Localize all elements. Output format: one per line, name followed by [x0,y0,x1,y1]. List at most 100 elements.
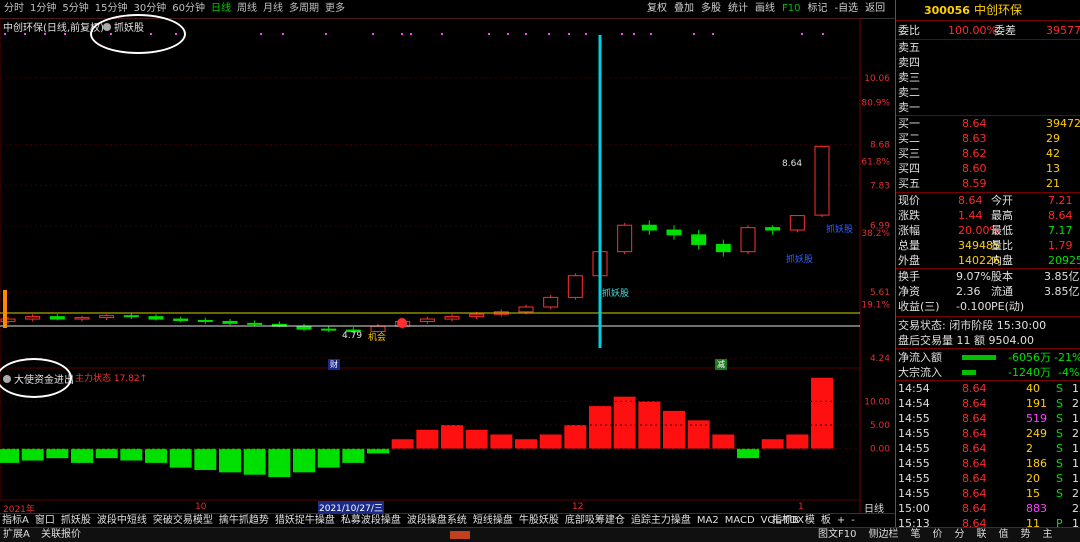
quote-label: 涨跌 [898,209,920,222]
reduce-badge[interactable]: 减 [715,359,727,370]
period-5[interactable]: 60分钟 [172,0,205,18]
tick-time: 14:55 [898,442,930,455]
status-right-item-2[interactable]: 笔 [910,528,920,542]
signal-dot [548,33,550,35]
period-9[interactable]: 多周期 [289,0,319,18]
related-quote[interactable]: 关联报价 [41,528,81,542]
candle-body [444,316,460,320]
chart-canvas[interactable]: 10.068.687.836.995.614.2480.9%61.8%38.2%… [0,17,895,513]
indicator-b-tab-1[interactable]: 模 [805,514,815,528]
kline-chart[interactable]: 10.06 8.68 7.83 6.99 5.61 4.24 80.9% 61.8% 38.2%… [0,14,895,515]
zhuayao-annotation-1: 抓妖股 [602,289,630,299]
price-axis: 10.068.687.836.995.614.2480.9%61.8%38.2%… [0,74,890,364]
stock-header: 300056 中创环保 [896,3,1080,18]
status-right-item-3[interactable]: 价 [932,528,942,542]
stats-label-2: 股本 [991,270,1013,283]
period-8[interactable]: 月线 [263,0,283,18]
tool-3[interactable]: 统计 [728,0,748,18]
status-right-item-1[interactable]: 侧边栏 [868,528,898,542]
status-right-item-0[interactable]: 图文F10 [818,528,856,542]
indicator-tab-3[interactable]: 波段中短线 [97,514,147,528]
tick-row: 14:55 8.64 519 S 1 [896,411,1080,426]
tick-side: S [1056,457,1063,470]
indicator-tab-10[interactable]: 牛股妖股 [519,514,559,528]
flow-bar [441,425,463,449]
tick-count: 1 [1072,382,1079,395]
indicator-tab-11[interactable]: 底部吸筹建仓 [565,514,625,528]
flow-bar [71,448,93,463]
ask-row: 卖三 [896,70,1080,85]
status-right-item-5[interactable]: 联 [976,528,986,542]
net-inflow-bar [962,355,996,360]
flow-bar [663,410,685,449]
flow-bar [169,448,192,468]
quote-label: 现价 [898,194,920,207]
indicator-tab-6[interactable]: 猎妖捉牛操盘 [275,514,335,528]
indicator-tab-9[interactable]: 短线操盘 [473,514,513,528]
candle-body [617,224,633,253]
period-0[interactable]: 分时 [4,0,24,18]
period-7[interactable]: 周线 [237,0,257,18]
candlestick-series [0,145,830,334]
tick-time: 14:55 [898,427,930,440]
status-right: 图文F10 侧边栏笔价分联值势主 [818,528,1064,542]
tick-side: S [1056,472,1063,485]
indicator-tabs: 指标A 窗口 抓妖股 波段中短线 突破交易模型 擒牛抓趋势 猎妖捉牛操盘 私募波段操盘 波段操盘… [0,513,895,528]
status-right-item-6[interactable]: 值 [998,528,1008,542]
tool-2[interactable]: 多股 [701,0,721,18]
after-trade: 盘后交易量 11 额 9504.00 [896,333,1080,348]
pct-tick-label: 19.1% [861,301,890,311]
tick-side: S [1056,412,1063,425]
indicator-b-tab-3[interactable]: + [837,514,845,528]
candle-body [469,313,485,318]
indicator-tab-7[interactable]: 私募波段操盘 [341,514,401,528]
indicator-tab-1[interactable]: 窗口 [35,514,55,528]
indicator-tab-4[interactable]: 突破交易模型 [153,514,213,528]
tool-4[interactable]: 画线 [755,0,775,18]
flow-bar [0,448,19,463]
status-right-item-7[interactable]: 势 [1020,528,1030,542]
candle-body [543,296,559,308]
tick-volume: 2 [1026,442,1033,455]
indicator-b-tab-0[interactable]: 指标B [772,514,799,528]
quote-row: 外盘140226内盘209259 [896,253,1080,268]
tick-price: 8.64 [962,472,987,485]
finance-badge[interactable]: 财 [328,359,340,370]
bid-price: 8.59 [962,177,987,190]
bid-price: 8.64 [962,117,987,130]
period-10[interactable]: 更多 [325,0,345,18]
stats-value: 9.07% [956,270,991,283]
tool-7[interactable]: -自选 [834,0,858,18]
weibi-value: 100.00% [948,24,997,37]
indicator-b-tab-2[interactable]: 板 [821,514,831,528]
tick-price: 8.64 [962,457,987,470]
tool-6[interactable]: 标记 [807,0,827,18]
ask-row: 卖五 [896,40,1080,55]
indicator-tab-12[interactable]: 追踪主力操盘 [631,514,691,528]
period-6[interactable]: 日线 [211,0,231,18]
bid-price: 8.62 [962,147,987,160]
signal-dot [801,33,803,35]
candle-body [321,328,337,331]
weibi-label: 委比 [898,24,920,37]
indicator-tab-8[interactable]: 波段操盘系统 [407,514,467,528]
tool-1[interactable]: 叠加 [674,0,694,18]
indicator-tab-13[interactable]: MA2 [697,514,719,528]
tool-5[interactable]: F10 [782,0,800,18]
tool-0[interactable]: 复权 [647,0,667,18]
status-right-item-8[interactable]: 主 [1042,528,1052,542]
tool-8[interactable]: 返回 [865,0,885,18]
extension-a[interactable]: 扩展A [3,528,30,542]
indicator-b-tab-4[interactable]: - [851,514,855,528]
status-right-item-4[interactable]: 分 [954,528,964,542]
indicator-tab-2[interactable]: 抓妖股 [61,514,91,528]
period-1[interactable]: 1分钟 [30,0,56,18]
indicator-tab-0[interactable]: 指标A [2,514,29,528]
indicator-tab-5[interactable]: 擒牛抓趋势 [219,514,269,528]
tick-side: S [1056,487,1063,500]
indicator-tab-14[interactable]: MACD [725,514,755,528]
tick-row: 14:54 8.64 191 S 2 [896,396,1080,411]
period-2[interactable]: 5分钟 [62,0,88,18]
bid-volume: 39472 [1046,117,1080,130]
indicator-tab-list-b: 指标B 模板 + - [772,514,861,528]
